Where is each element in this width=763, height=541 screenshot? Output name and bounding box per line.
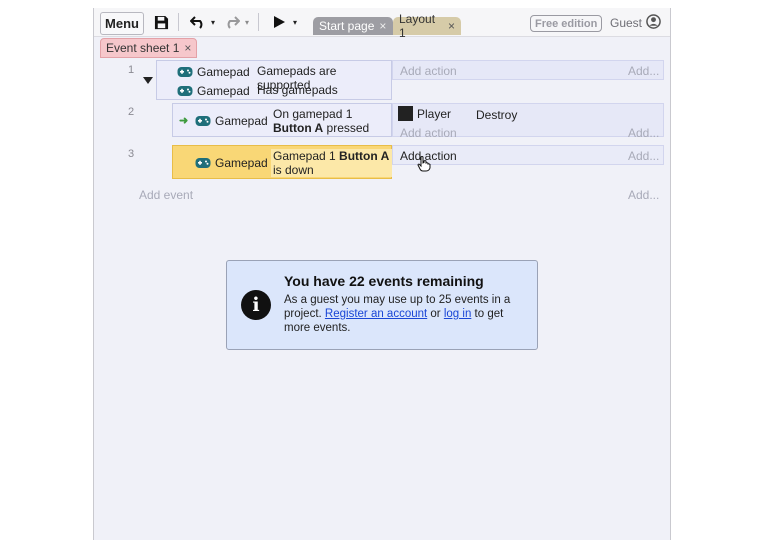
condition-text[interactable]: Gamepad 1 Button A is down <box>271 149 392 177</box>
info-icon: i <box>241 290 271 320</box>
condition-text-part: On gamepad 1 <box>273 107 353 121</box>
action-row[interactable]: Player <box>398 106 451 121</box>
event-3-actions[interactable]: Add action Add... <box>392 145 664 165</box>
tab-label: Start page <box>319 19 375 33</box>
gamepad-icon <box>195 157 211 168</box>
action-text[interactable]: Destroy <box>476 108 517 122</box>
undo-dropdown-icon[interactable]: ▾ <box>208 12 218 32</box>
condition-object-name: Gamepad <box>215 113 268 128</box>
condition-row[interactable]: Gamepad <box>177 62 250 81</box>
event-number: 1 <box>128 64 135 76</box>
condition-text[interactable]: On gamepad 1 Button A pressed <box>273 107 393 135</box>
close-icon[interactable]: × <box>184 41 191 55</box>
event-2-conditions[interactable]: ➜ Gamepad On gamepad 1 Button A pressed <box>172 103 392 137</box>
undo-icon[interactable] <box>188 12 208 32</box>
condition-object-name: Gamepad <box>197 64 250 79</box>
play-dropdown-icon[interactable]: ▾ <box>290 12 300 32</box>
event-2-actions[interactable]: Player Destroy Add action Add... <box>392 103 664 140</box>
redo-dropdown-icon[interactable]: ▾ <box>242 12 252 32</box>
condition-row[interactable]: Gamepad <box>195 111 268 130</box>
condition-text[interactable]: Has gamepads <box>257 83 338 97</box>
account-icon[interactable] <box>646 14 661 32</box>
notice-text: or <box>427 308 444 320</box>
editor-frame: Menu ▾ ▾ ▾ Start page × Layout 1 × Free … <box>93 8 671 540</box>
player-sprite-icon <box>398 106 413 121</box>
condition-object-name: Gamepad <box>215 155 268 170</box>
events-remaining-notice: i You have 22 events remaining As a gues… <box>226 260 538 350</box>
notice-title: You have 22 events remaining <box>284 273 484 289</box>
condition-object-name: Gamepad <box>197 83 250 98</box>
action-object-name: Player <box>417 106 452 121</box>
add-more-link[interactable]: Add... <box>628 64 659 78</box>
main-toolbar: Menu ▾ ▾ ▾ Start page × Layout 1 × Free … <box>94 8 670 40</box>
gamepad-icon <box>195 115 211 126</box>
close-icon[interactable]: × <box>379 19 386 33</box>
add-more-link[interactable]: Add... <box>628 126 659 140</box>
gamepad-icon <box>177 85 193 96</box>
free-edition-badge[interactable]: Free edition <box>530 15 603 32</box>
tab-layout-1[interactable]: Layout 1 × <box>393 12 461 40</box>
add-more-link[interactable]: Add... <box>628 149 659 163</box>
redo-icon[interactable] <box>222 12 242 32</box>
condition-text-part: is down <box>273 163 314 177</box>
event-number: 3 <box>128 148 135 160</box>
menu-button[interactable]: Menu <box>100 12 144 35</box>
tab-event-sheet-1[interactable]: Event sheet 1 × <box>100 38 198 58</box>
toolbar-divider <box>178 13 179 31</box>
add-event-more-link[interactable]: Add... <box>628 188 659 202</box>
save-icon[interactable] <box>150 12 172 32</box>
add-event-link[interactable]: Add event <box>139 188 193 202</box>
toolbar-divider <box>258 13 259 31</box>
event-number: 2 <box>128 106 135 118</box>
close-icon[interactable]: × <box>448 19 455 33</box>
condition-text-bold: Button A <box>339 149 390 163</box>
condition-row[interactable]: Gamepad <box>177 81 250 100</box>
guest-label[interactable]: Guest <box>610 16 642 30</box>
log-in-link[interactable]: log in <box>444 308 472 320</box>
condition-text-part: pressed <box>323 121 370 135</box>
tab-label: Layout 1 <box>399 12 436 40</box>
play-icon[interactable] <box>270 12 288 32</box>
tab-start-page[interactable]: Start page × <box>313 17 393 35</box>
register-account-link[interactable]: Register an account <box>325 308 427 320</box>
condition-text-part: Gamepad 1 <box>273 149 340 163</box>
add-action-link[interactable]: Add action <box>400 126 457 140</box>
add-action-link[interactable]: Add action <box>400 64 457 78</box>
condition-object: Gamepad <box>177 65 250 79</box>
notice-body: As a guest you may use up to 25 events i… <box>284 293 524 335</box>
condition-object: Gamepad <box>195 114 268 128</box>
tab-label: Event sheet 1 <box>106 41 180 55</box>
condition-row[interactable]: Gamepad <box>195 153 268 172</box>
event-1-actions[interactable]: Add action Add... <box>392 60 664 80</box>
trigger-arrow-icon: ➜ <box>179 115 189 127</box>
condition-object: Gamepad <box>195 156 268 170</box>
collapse-toggle-icon[interactable] <box>143 77 153 84</box>
condition-object: Gamepad <box>177 84 250 98</box>
hand-cursor-icon <box>417 156 431 175</box>
event-3-conditions[interactable]: Gamepad Gamepad 1 Button A is down <box>172 145 392 179</box>
gamepad-icon <box>177 66 193 77</box>
event-1-conditions[interactable]: Gamepad Gamepads are supported Gamepad H… <box>156 60 392 100</box>
condition-text-bold: Button A <box>273 121 324 135</box>
